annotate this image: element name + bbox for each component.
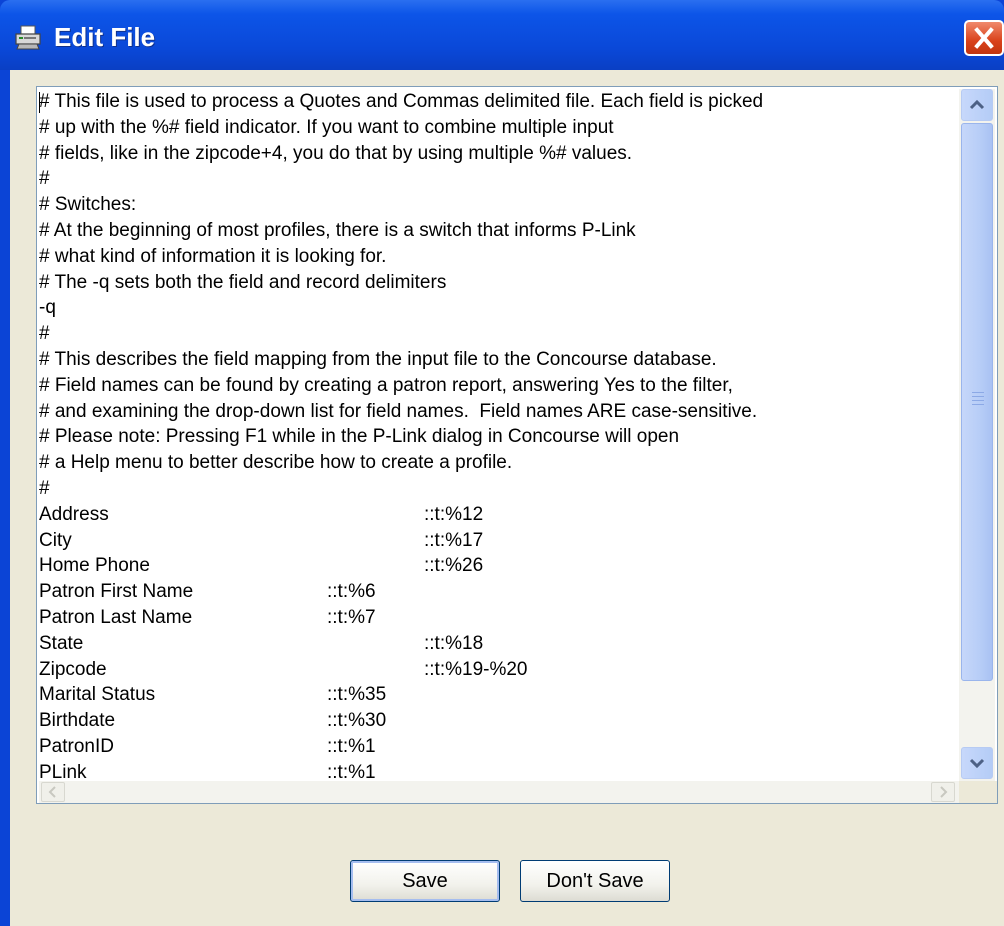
mapping-field-name: City <box>39 529 72 551</box>
printer-icon <box>15 25 41 50</box>
field-mapping-line: State::t:%18 <box>39 631 939 657</box>
editor-line: # At the beginning of most profiles, the… <box>39 220 636 241</box>
field-mapping-line: Birthdate::t:%30 <box>39 708 939 734</box>
editor-line: # a Help menu to better describe how to … <box>39 452 513 474</box>
field-mapping-line: Marital Status::t:%35 <box>39 682 939 708</box>
mapping-field-name: Birthdate <box>39 710 116 732</box>
scroll-left-button[interactable] <box>41 782 65 802</box>
field-mapping-line: City::t:%17 <box>39 528 939 554</box>
mapping-field-name: PatronID <box>39 736 114 757</box>
file-text-content[interactable]: # This file is used to process a Quotes … <box>39 89 957 779</box>
field-mapping-line: PLink::t:%1 <box>39 760 939 779</box>
horizontal-scrollbar[interactable] <box>39 781 959 803</box>
field-mapping-line: Address::t:%12 <box>39 502 939 528</box>
mapping-field-name: Home Phone <box>39 555 150 577</box>
editor-line: # <box>39 168 50 190</box>
scrollbar-corner <box>959 781 997 803</box>
editor-line: # Field names can be found by creating a… <box>39 374 733 396</box>
thumb-grip-line <box>972 392 984 393</box>
field-mapping-line: Zipcode::t:%19-%20 <box>39 657 939 683</box>
thumb-grip-line <box>972 400 984 401</box>
editor-line: # <box>39 323 50 345</box>
window-title: Edit File <box>54 22 156 52</box>
editor-line: # and examining the drop-down list for f… <box>39 400 758 422</box>
mapping-field-code: ::t:%1 <box>327 736 376 757</box>
mapping-field-code: ::t:%1 <box>327 761 376 779</box>
chevron-right-icon <box>940 786 948 798</box>
field-mapping-line: Home Phone::t:%26 <box>39 553 939 579</box>
editor-line: # The -q sets both the field and record … <box>39 271 447 293</box>
mapping-field-code: ::t:%19-%20 <box>424 658 528 680</box>
editor-line: # Switches: <box>39 194 137 216</box>
editor-line: # Please note: Pressing F1 while in the … <box>39 426 680 448</box>
field-mapping-line: PatronID::t:%1 <box>39 734 939 760</box>
editor-line: # up with the %# field indicator. If you… <box>39 116 614 138</box>
thumb-grip-line <box>972 404 984 405</box>
close-button[interactable] <box>964 20 1004 56</box>
dialog-client-area: # This file is used to process a Quotes … <box>10 70 1004 926</box>
mapping-field-code: ::t:%6 <box>327 581 376 603</box>
scroll-up-button[interactable] <box>961 89 993 121</box>
editor-line: # This describes the field mapping from … <box>39 349 717 370</box>
chevron-left-icon <box>48 786 56 798</box>
chevron-down-icon <box>969 758 985 769</box>
mapping-field-name: Marital Status <box>39 684 156 706</box>
editor-line: # This file is used to process a Quotes … <box>39 91 764 112</box>
editor-line: # what kind of information it is looking… <box>39 245 387 267</box>
edit-file-window: Edit File # This file is used to process… <box>0 0 1004 926</box>
chevron-up-icon <box>969 99 985 110</box>
dont-save-button[interactable]: Don't Save <box>520 860 670 902</box>
mapping-field-code: ::t:%30 <box>327 710 387 732</box>
mapping-field-code: ::t:%7 <box>327 607 376 628</box>
file-editor[interactable]: # This file is used to process a Quotes … <box>36 86 998 804</box>
mapping-field-code: ::t:%12 <box>424 503 484 525</box>
editor-line: -q <box>39 297 56 319</box>
mapping-field-name: PLink <box>39 761 87 779</box>
mapping-field-name: State <box>39 632 84 654</box>
field-mapping-line: Patron First Name::t:%6 <box>39 579 939 605</box>
mapping-field-code: ::t:%18 <box>424 632 484 654</box>
mapping-field-name: Zipcode <box>39 658 107 680</box>
scroll-right-button[interactable] <box>931 782 955 802</box>
field-mapping-line: Patron Last Name::t:%7 <box>39 605 939 631</box>
title-bar[interactable]: Edit File <box>0 0 1004 70</box>
save-button[interactable]: Save <box>350 860 500 902</box>
editor-line: # <box>39 478 50 499</box>
mapping-field-name: Patron First Name <box>39 581 194 603</box>
close-icon <box>974 27 994 49</box>
scroll-thumb[interactable] <box>961 123 993 681</box>
mapping-field-name: Address <box>39 503 109 525</box>
mapping-field-code: ::t:%26 <box>424 555 484 577</box>
scroll-down-button[interactable] <box>961 747 993 779</box>
vertical-scrollbar[interactable] <box>959 89 995 781</box>
thumb-grip-line <box>972 396 984 397</box>
mapping-field-code: ::t:%17 <box>424 529 484 551</box>
mapping-field-name: Patron Last Name <box>39 607 193 628</box>
mapping-field-code: ::t:%35 <box>327 684 387 706</box>
editor-line: # fields, like in the zipcode+4, you do … <box>39 142 633 164</box>
